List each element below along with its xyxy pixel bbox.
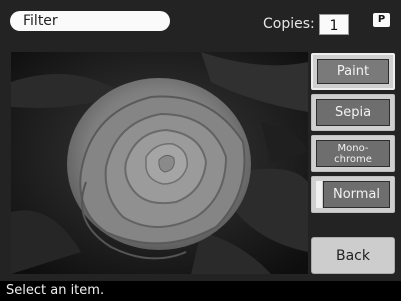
back-button[interactable]: Back — [311, 237, 395, 274]
sepia-button[interactable]: Sepia — [311, 94, 395, 131]
photo-preview — [11, 52, 308, 274]
paint-button-label: Paint — [317, 59, 389, 84]
status-message: Select an item. — [0, 281, 401, 301]
selected-indicator — [316, 181, 322, 208]
paint-button[interactable]: Paint — [311, 53, 395, 90]
printer-filter-screen: Filter Copies: 1 P Paint Sepia Mono- chr… — [0, 0, 401, 301]
monochrome-button-label: Mono- chrome — [316, 140, 390, 167]
monochrome-button[interactable]: Mono- chrome — [311, 135, 395, 172]
screen-title: Filter — [10, 11, 170, 31]
normal-button-label: Normal — [323, 181, 390, 208]
sepia-button-label: Sepia — [316, 99, 390, 126]
p-badge: P — [373, 13, 390, 27]
copies-field[interactable]: 1 — [319, 14, 349, 35]
copies-label: Copies: — [263, 16, 315, 32]
normal-button[interactable]: Normal — [311, 176, 395, 213]
rose-image — [11, 52, 308, 274]
